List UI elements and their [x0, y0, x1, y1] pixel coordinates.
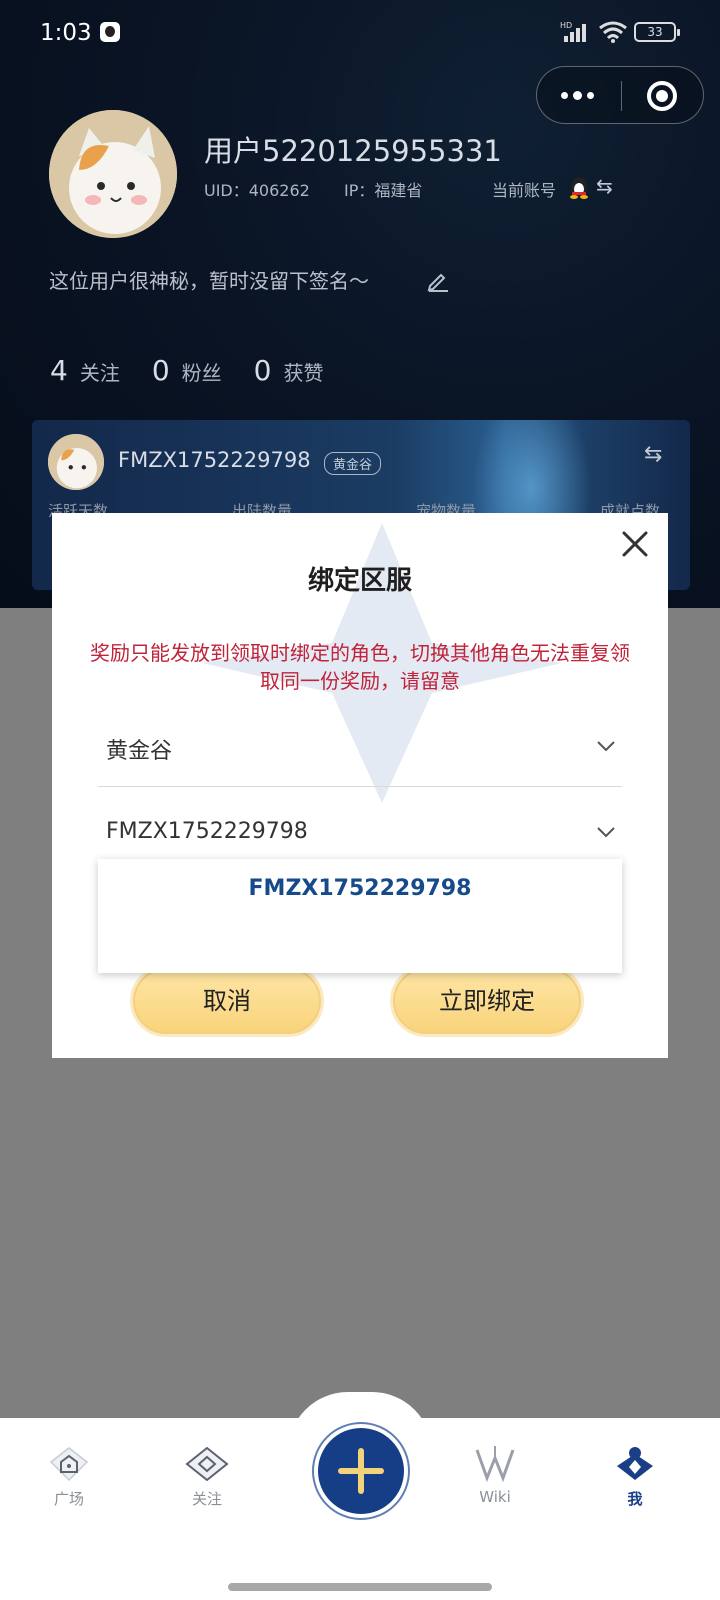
switch-account-icon[interactable]: ⇆ — [596, 174, 613, 198]
dialog-title: 绑定区服 — [307, 566, 412, 596]
home-indicator[interactable] — [228, 1583, 492, 1591]
role-select-value: FMZX1752229798 — [106, 819, 308, 844]
nav-item-wiki[interactable]: Wiki — [450, 1446, 540, 1506]
current-account-label: 当前账号 — [492, 181, 557, 200]
close-mini-program-icon[interactable] — [647, 81, 677, 111]
qq-notification-icon — [100, 22, 120, 42]
qq-penguin-icon — [570, 177, 588, 199]
uid-text: UID：406262 — [204, 181, 310, 200]
nav-label: 广场 — [53, 1490, 84, 1508]
nav-label: Wiki — [479, 1488, 511, 1506]
capsule-divider — [621, 81, 622, 111]
profile-diamond-icon — [617, 1447, 653, 1480]
status-time: 1:03 — [40, 20, 92, 46]
server-select-value: 黄金谷 — [106, 739, 173, 764]
chevron-down-icon — [597, 741, 615, 752]
role-select[interactable]: FMZX1752229798 — [98, 803, 622, 863]
bind-server-dialog: 绑定区服 奖励只能发放到领取时绑定的角色，切换其他角色无法重复领取同一份奖励，请… — [52, 513, 668, 1058]
edit-icon[interactable] — [426, 268, 450, 292]
username: 用户5220125955331 — [204, 134, 502, 168]
signal-icon: HD — [560, 21, 586, 42]
profile-stats: 4 关注 0 粉丝 0 获赞 — [50, 354, 355, 387]
stat-number: 4 — [50, 354, 68, 387]
status-bar: 1:03 HD 33 — [0, 0, 720, 66]
stat-following[interactable]: 4 关注 — [50, 354, 120, 387]
stat-number: 0 — [151, 354, 170, 387]
wiki-icon — [475, 1446, 515, 1483]
nav-label: 关注 — [191, 1490, 222, 1508]
ip-text: IP：福建省 — [344, 181, 423, 200]
divider — [98, 786, 622, 787]
server-tag: 黄金谷 — [324, 452, 382, 475]
avatar[interactable] — [49, 110, 177, 238]
close-icon[interactable] — [618, 527, 652, 561]
stat-number: 0 — [253, 354, 272, 387]
home-icon — [49, 1447, 89, 1482]
stat-label: 关注 — [79, 361, 120, 385]
battery-icon: 33 — [634, 22, 680, 42]
stat-likes[interactable]: 0 获赞 — [254, 354, 324, 387]
stat-label: 获赞 — [283, 361, 324, 385]
chevron-down-icon — [597, 827, 615, 838]
svg-text:HD: HD — [560, 21, 572, 30]
dropdown-option[interactable]: FMZX1752229798 — [98, 871, 622, 907]
signature-text: 这位用户很神秘，暂时没留下签名～ — [49, 269, 369, 293]
cancel-button[interactable]: 取消 — [130, 965, 324, 1037]
switch-role-icon[interactable]: ⇆ — [644, 442, 662, 467]
nav-item-follow[interactable]: 关注 — [162, 1446, 252, 1509]
more-menu-icon[interactable] — [561, 67, 621, 125]
create-post-button[interactable] — [318, 1428, 404, 1514]
role-avatar — [48, 434, 104, 490]
stat-followers[interactable]: 0 粉丝 — [152, 354, 222, 387]
role-name: FMZX1752229798 — [118, 448, 311, 472]
stat-label: 粉丝 — [181, 361, 222, 385]
bind-now-button[interactable]: 立即绑定 — [390, 965, 584, 1037]
nav-item-me[interactable]: 我 — [590, 1446, 680, 1509]
server-select[interactable]: 黄金谷 — [98, 717, 622, 777]
nav-item-square[interactable]: 广场 — [24, 1446, 114, 1509]
wifi-icon — [599, 21, 627, 43]
reward-notice: 奖励只能发放到领取时绑定的角色，切换其他角色无法重复领取同一份奖励，请留意 — [90, 641, 630, 693]
diamond-eye-icon — [185, 1446, 229, 1482]
mini-program-capsule — [536, 66, 704, 124]
nav-label: 我 — [627, 1490, 643, 1508]
role-dropdown: FMZX1752229798 — [98, 859, 622, 973]
